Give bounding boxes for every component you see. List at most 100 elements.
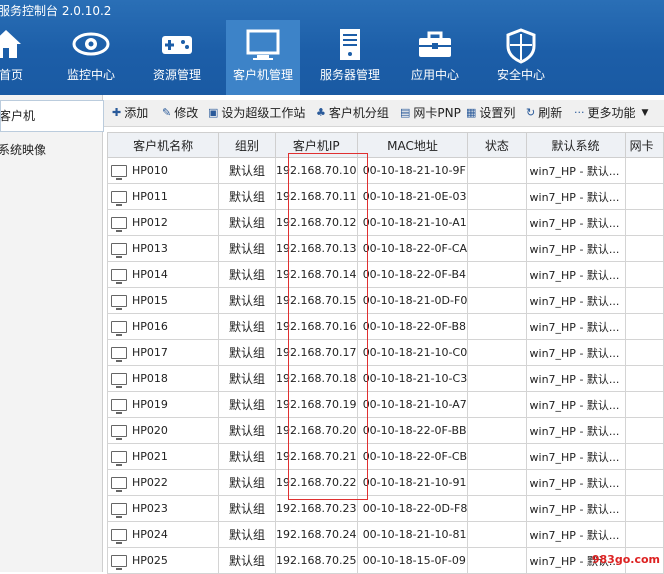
col-header-client-name[interactable]: 客户机名称 — [106, 132, 220, 158]
cell-group: 默认组 — [218, 469, 276, 496]
computer-icon — [111, 191, 127, 206]
nav-resource-mgmt[interactable]: 资源管理 — [146, 20, 208, 95]
cell-default-os: win7_HP - 默认... — [525, 391, 626, 418]
add-button[interactable]: ✚ 添加 — [112, 100, 148, 126]
col-header-default-os[interactable]: 默认系统 — [525, 132, 626, 158]
cell-nic — [624, 495, 664, 522]
watermark: 983go.com — [591, 553, 660, 566]
cell-status — [467, 391, 527, 418]
cell-status — [467, 183, 527, 210]
computer-icon — [111, 373, 127, 388]
cell-client-name: HP010 — [106, 157, 220, 184]
table-row[interactable]: HP020 默认组 192.168.70.20 00-10-18-22-0F-BB wi… — [106, 417, 664, 444]
cell-group: 默认组 — [218, 313, 276, 340]
col-header-status[interactable]: 状态 — [467, 132, 527, 158]
col-header-group[interactable]: 组别 — [218, 132, 276, 158]
table-row[interactable]: HP013 默认组 192.168.70.13 00-10-18-22-0F-CA wi… — [106, 235, 664, 262]
cell-status — [467, 235, 527, 262]
nav-app-center[interactable]: 应用中心 — [404, 20, 466, 95]
cell-client-ip: 192.168.70.17 — [274, 339, 358, 366]
group-icon: ♣ — [316, 106, 326, 119]
sidebar-item-clients[interactable]: 客户机 — [0, 100, 104, 132]
table-row[interactable]: HP024 默认组 192.168.70.24 00-10-18-21-10-81 wi… — [106, 521, 664, 548]
table-row[interactable]: HP021 默认组 192.168.70.21 00-10-18-22-0F-CB wi… — [106, 443, 664, 470]
cell-status — [467, 287, 527, 314]
computer-icon — [111, 425, 127, 440]
cell-nic — [624, 157, 664, 184]
table-row[interactable]: HP022 默认组 192.168.70.22 00-10-18-21-10-91 wi… — [106, 469, 664, 496]
cell-client-name: HP014 — [106, 261, 220, 288]
col-header-mac[interactable]: MAC地址 — [356, 132, 469, 158]
cell-client-ip: 192.168.70.20 — [274, 417, 358, 444]
client-group-button[interactable]: ♣ 客户机分组 — [316, 100, 389, 126]
refresh-button[interactable]: ↻ 刷新 — [526, 100, 562, 126]
computer-icon — [111, 503, 127, 518]
table-row[interactable]: HP014 默认组 192.168.70.14 00-10-18-22-0F-B4 wi… — [106, 261, 664, 288]
cell-default-os: win7_HP - 默认... — [525, 157, 626, 184]
table-row[interactable]: HP018 默认组 192.168.70.18 00-10-18-21-10-C3 wi… — [106, 365, 664, 392]
col-header-nic[interactable]: 网卡 — [624, 132, 664, 158]
sidebar-item-system-images[interactable]: 系统映像 — [0, 135, 102, 165]
cell-mac: 00-10-18-21-10-C3 — [356, 365, 469, 392]
set-columns-button[interactable]: ▦ 设置列 — [466, 100, 515, 126]
table-row[interactable]: HP023 默认组 192.168.70.23 00-10-18-22-0D-F8 wi… — [106, 495, 664, 522]
cell-group: 默认组 — [218, 417, 276, 444]
table-row[interactable]: HP017 默认组 192.168.70.17 00-10-18-21-10-C0 wi… — [106, 339, 664, 366]
computer-icon — [111, 451, 127, 466]
cell-client-ip: 192.168.70.23 — [274, 495, 358, 522]
computer-icon — [111, 243, 127, 258]
nav-label: 首页 — [0, 68, 23, 82]
nav-label: 服务器管理 — [319, 68, 380, 82]
cell-client-name: HP024 — [106, 521, 220, 548]
cell-client-name: HP025 — [106, 547, 220, 574]
set-super-workstation-button[interactable]: ▣ 设为超级工作站 — [208, 100, 305, 126]
nav-security-center[interactable]: 安全中心 — [490, 20, 552, 95]
col-header-client-ip[interactable]: 客户机IP — [274, 132, 358, 158]
cell-mac: 00-10-18-22-0F-CB — [356, 443, 469, 470]
cell-status — [467, 261, 527, 288]
cell-group: 默认组 — [218, 391, 276, 418]
nic-icon: ▤ — [400, 106, 411, 119]
cell-nic — [624, 443, 664, 470]
cell-status — [467, 339, 527, 366]
table-row[interactable]: HP019 默认组 192.168.70.19 00-10-18-21-10-A7 wi… — [106, 391, 664, 418]
cell-client-name: HP020 — [106, 417, 220, 444]
table-row[interactable]: HP015 默认组 192.168.70.15 00-10-18-21-0D-F0 wi… — [106, 287, 664, 314]
nav-monitor-center[interactable]: 监控中心 — [60, 20, 122, 95]
computer-icon — [111, 477, 127, 492]
nav-home[interactable]: 首页 — [0, 20, 26, 95]
cell-client-ip: 192.168.70.21 — [274, 443, 358, 470]
cell-status — [467, 209, 527, 236]
table-row[interactable]: HP025 默认组 192.168.70.25 00-10-18-15-0F-09 wi… — [106, 547, 664, 574]
table-row[interactable]: HP016 默认组 192.168.70.16 00-10-18-22-0F-B8 wi… — [106, 313, 664, 340]
cell-group: 默认组 — [218, 521, 276, 548]
table-row[interactable]: HP012 默认组 192.168.70.12 00-10-18-21-10-A1 wi… — [106, 209, 664, 236]
nav-label: 监控中心 — [66, 68, 115, 82]
nav-client-mgmt[interactable]: 客户机管理 — [226, 20, 300, 95]
cell-mac: 00-10-18-21-10-81 — [356, 521, 469, 548]
table-row[interactable]: HP010 默认组 192.168.70.10 00-10-18-21-10-9F wi… — [106, 157, 664, 184]
cell-status — [467, 157, 527, 184]
table-row[interactable]: HP011 默认组 192.168.70.11 00-10-18-21-0E-03 wi… — [106, 183, 664, 210]
cell-client-name: HP017 — [106, 339, 220, 366]
more-icon: ··· — [574, 106, 585, 119]
cell-client-name: HP023 — [106, 495, 220, 522]
edit-button[interactable]: ✎ 修改 — [162, 100, 198, 126]
cell-default-os: win7_HP - 默认... — [525, 183, 626, 210]
toolbox-icon — [419, 31, 451, 57]
nav-server-mgmt[interactable]: 服务器管理 — [316, 20, 384, 95]
cell-mac: 00-10-18-22-0F-CA — [356, 235, 469, 262]
cell-nic — [624, 261, 664, 288]
cell-status — [467, 469, 527, 496]
nic-pnp-button[interactable]: ▤ 网卡PNP — [400, 100, 461, 126]
cell-default-os: win7_HP - 默认... — [525, 313, 626, 340]
cell-status — [467, 443, 527, 470]
cell-mac: 00-10-18-21-0E-03 — [356, 183, 469, 210]
cell-default-os: win7_HP - 默认... — [525, 365, 626, 392]
cell-nic — [624, 521, 664, 548]
cell-group: 默认组 — [218, 157, 276, 184]
monitor-icon — [246, 29, 280, 60]
cell-nic — [624, 391, 664, 418]
more-functions-button[interactable]: ··· 更多功能 ▼ — [574, 100, 648, 126]
cell-group: 默认组 — [218, 235, 276, 262]
